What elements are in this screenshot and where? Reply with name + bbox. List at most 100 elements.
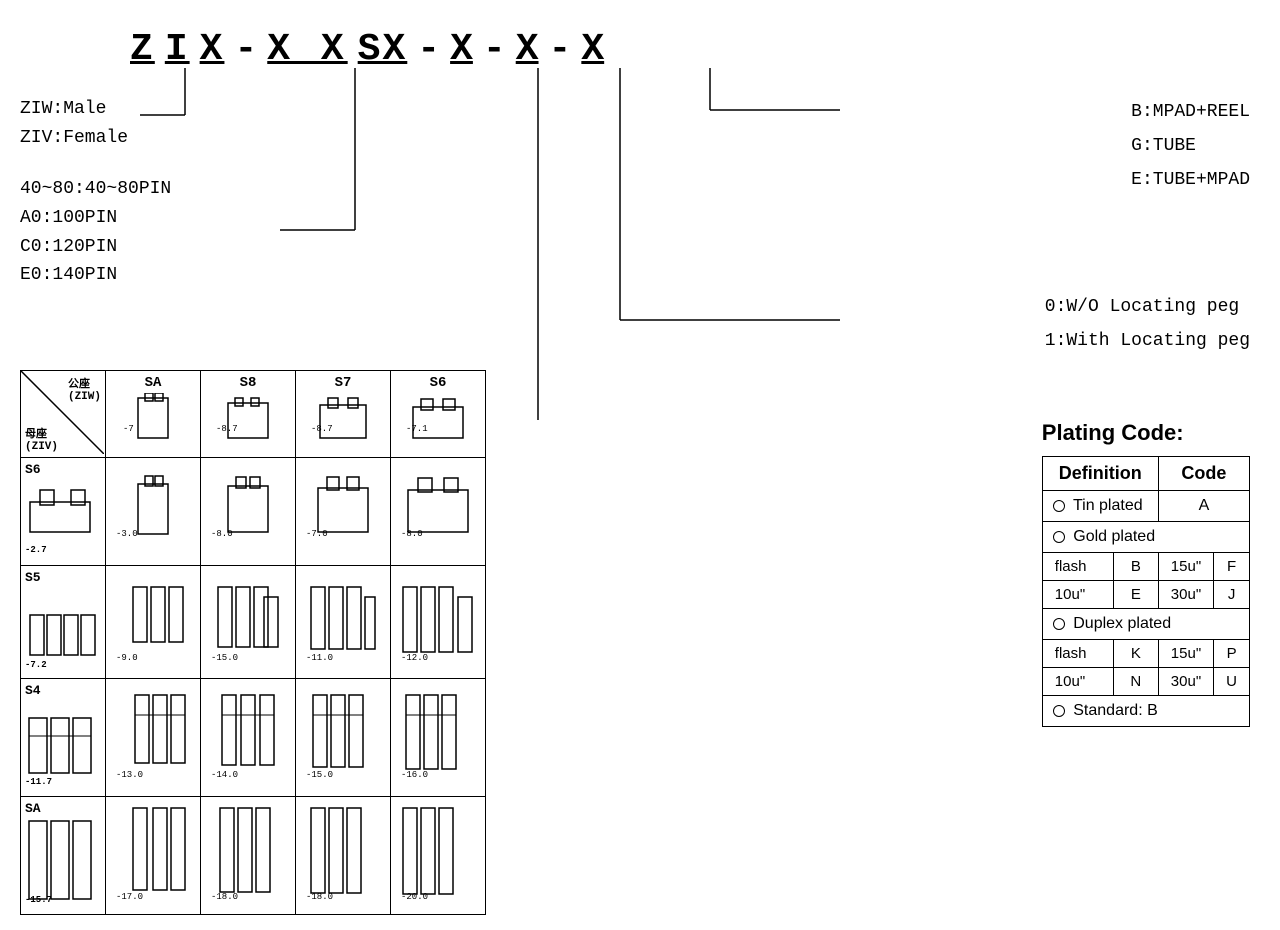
svg-text:-8.0: -8.0 bbox=[401, 529, 423, 539]
col-s7-drawing: -8.7 bbox=[308, 393, 378, 448]
cell-s6-sa: -3.0 bbox=[113, 464, 193, 554]
col-header-s8: S8 bbox=[205, 375, 291, 391]
pin-e0: E0:140PIN bbox=[20, 261, 171, 290]
cell-s5-s8: -15.0 bbox=[208, 572, 288, 667]
gold-30u-label: 30u" bbox=[1158, 581, 1213, 609]
plating-title: Plating Code: bbox=[1042, 420, 1250, 446]
pin-c0: C0:120PIN bbox=[20, 233, 171, 262]
gold-label: Gold plated bbox=[1073, 528, 1155, 545]
pn-z: Z bbox=[130, 28, 155, 71]
pn-x1: X bbox=[200, 28, 225, 71]
svg-text:-3.0: -3.0 bbox=[116, 529, 138, 539]
duplex-30u-label: 30u" bbox=[1158, 668, 1213, 696]
duplex-15u-code: P bbox=[1214, 640, 1250, 668]
pn-dash2: - bbox=[417, 28, 440, 71]
plating-row-gold-header: Gold plated bbox=[1042, 522, 1249, 553]
pn-x4: X bbox=[581, 28, 604, 71]
svg-text:-15.7: -15.7 bbox=[25, 895, 52, 905]
svg-text:-13.0: -13.0 bbox=[116, 770, 143, 780]
plating-table: Definition Code Tin plated A bbox=[1042, 456, 1250, 727]
gold-30u-code: J bbox=[1214, 581, 1250, 609]
svg-text:-17.0: -17.0 bbox=[116, 892, 143, 902]
pn-i: I bbox=[165, 28, 190, 71]
plating-row-standard: Standard: B bbox=[1042, 696, 1249, 727]
cell-s4-s6: -16.0 bbox=[398, 685, 478, 785]
duplex-flash-label: flash bbox=[1042, 640, 1113, 668]
col-s8-drawing: -8.7 bbox=[213, 393, 283, 448]
pn-sx: SX bbox=[358, 28, 408, 71]
pin-count-labels: 40~80:40~80PIN A0:100PIN C0:120PIN E0:14… bbox=[20, 175, 171, 290]
gold-flash-label: flash bbox=[1042, 553, 1113, 581]
gold-15u-code: F bbox=[1214, 553, 1250, 581]
pn-xx: X X bbox=[267, 28, 347, 71]
pn-dash3: - bbox=[483, 28, 506, 71]
locating-item-1: 1:With Locating peg bbox=[1045, 324, 1250, 358]
cell-s6-s6: -8.0 bbox=[398, 464, 478, 554]
plating-row-duplex-2: 10u" N 30u" U bbox=[1042, 668, 1249, 696]
pn-dash4: - bbox=[549, 28, 572, 71]
svg-text:-7.0: -7.0 bbox=[306, 529, 328, 539]
pn-x3: X bbox=[516, 28, 539, 71]
svg-text:-9.0: -9.0 bbox=[116, 653, 138, 663]
matrix-section: 公座(ZIW) 母座(ZIV) SA -7 bbox=[20, 370, 486, 915]
ziw-label: ZIW:Male bbox=[20, 95, 128, 124]
diag-top-label: 公座(ZIW) bbox=[68, 375, 101, 403]
svg-text:-20.0: -20.0 bbox=[401, 892, 428, 902]
plating-row-gold-2: 10u" E 30u" J bbox=[1042, 581, 1249, 609]
row-header-sa: SA bbox=[25, 801, 101, 816]
ziv-label: ZIV:Female bbox=[20, 124, 128, 153]
gold-10u-label: 10u" bbox=[1042, 581, 1113, 609]
pn-dash1: - bbox=[234, 28, 257, 71]
locating-section: 0:W/O Locating peg 1:With Locating peg bbox=[1045, 290, 1250, 358]
svg-text:-7.1: -7.1 bbox=[406, 424, 428, 434]
cell-s6-s7: -7.0 bbox=[303, 464, 383, 554]
plating-col-definition: Definition bbox=[1042, 457, 1158, 491]
svg-text:-11.7: -11.7 bbox=[25, 777, 52, 787]
part-number-display: Z I X - X X SX - X - X - X bbox=[130, 28, 604, 71]
svg-text:-18.0: -18.0 bbox=[306, 892, 333, 902]
locating-item-0: 0:W/O Locating peg bbox=[1045, 290, 1250, 324]
gold-10u-code: E bbox=[1113, 581, 1158, 609]
gender-labels: ZIW:Male ZIV:Female bbox=[20, 95, 128, 153]
cell-s4-s8: -14.0 bbox=[208, 685, 288, 785]
svg-text:-8.7: -8.7 bbox=[216, 424, 238, 434]
col-header-sa: SA bbox=[110, 375, 196, 391]
gold-15u-label: 15u" bbox=[1158, 553, 1213, 581]
svg-text:-2.7: -2.7 bbox=[25, 545, 47, 555]
packaging-section: B:MPAD+REEL G:TUBE E:TUBE+MPAD bbox=[1131, 95, 1250, 198]
svg-text:-15.0: -15.0 bbox=[211, 653, 238, 663]
svg-text:-18.0: -18.0 bbox=[211, 892, 238, 902]
row-s6-icon: -2.7 bbox=[25, 477, 100, 557]
svg-text:-12.0: -12.0 bbox=[401, 653, 428, 663]
svg-text:-16.0: -16.0 bbox=[401, 770, 428, 780]
svg-text:-7: -7 bbox=[123, 424, 134, 434]
pin-40-80: 40~80:40~80PIN bbox=[20, 175, 171, 204]
main-container: Z I X - X X SX - X - X - X ZIW:Male ZIV:… bbox=[0, 0, 1280, 930]
duplex-10u-code: N bbox=[1113, 668, 1158, 696]
col-header-s6: S6 bbox=[395, 375, 481, 391]
cell-sa-sa: -17.0 bbox=[113, 803, 193, 903]
svg-text:-14.0: -14.0 bbox=[211, 770, 238, 780]
standard-label: Standard: B bbox=[1073, 702, 1158, 719]
duplex-label: Duplex plated bbox=[1073, 615, 1171, 632]
plating-row-duplex-header: Duplex plated bbox=[1042, 609, 1249, 640]
plating-row-gold-1: flash B 15u" F bbox=[1042, 553, 1249, 581]
cell-sa-s8: -18.0 bbox=[208, 803, 288, 903]
duplex-15u-label: 15u" bbox=[1158, 640, 1213, 668]
cell-s4-sa: -13.0 bbox=[113, 685, 193, 785]
plating-row-duplex-1: flash K 15u" P bbox=[1042, 640, 1249, 668]
cell-s5-sa: -9.0 bbox=[113, 572, 193, 667]
svg-text:-8.7: -8.7 bbox=[311, 424, 333, 434]
gold-bullet bbox=[1053, 531, 1065, 543]
cell-s4-s7: -15.0 bbox=[303, 685, 383, 785]
cell-s6-s8: -8.0 bbox=[208, 464, 288, 554]
row-header-s5: S5 bbox=[25, 570, 101, 585]
col-s6-drawing: -7.1 bbox=[403, 393, 473, 448]
row-header-s6: S6 bbox=[25, 462, 101, 477]
cell-sa-s6: -20.0 bbox=[398, 803, 478, 903]
packaging-item-g: G:TUBE bbox=[1131, 129, 1250, 163]
col-header-s7: S7 bbox=[300, 375, 386, 391]
svg-text:-11.0: -11.0 bbox=[306, 653, 333, 663]
standard-bullet bbox=[1053, 705, 1065, 717]
duplex-flash-code: K bbox=[1113, 640, 1158, 668]
